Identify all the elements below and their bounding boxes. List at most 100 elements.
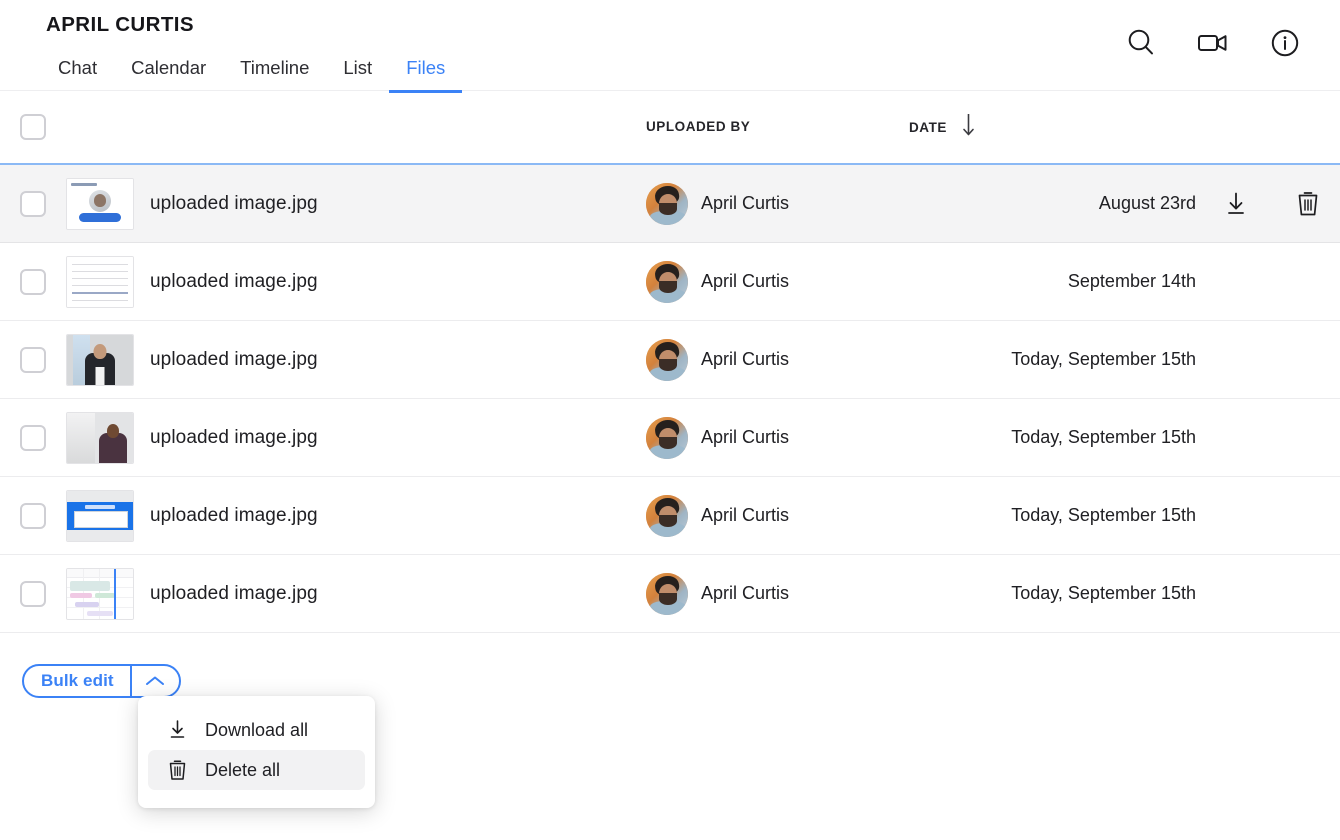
file-thumbnail[interactable]	[66, 255, 134, 308]
row-uploader-cell: April Curtis	[646, 494, 909, 537]
uploaded-by-header[interactable]: UPLOADED BY	[646, 118, 909, 136]
row-select-cell	[0, 502, 66, 529]
row-date: Today, September 15th	[1011, 427, 1196, 447]
row-checkbox[interactable]	[20, 580, 46, 607]
document-thumbnail-art	[67, 256, 133, 307]
file-name[interactable]: uploaded image.jpg	[150, 583, 318, 604]
files-page: APRIL CURTIS Chat Calendar Timeline List…	[0, 0, 1340, 840]
uploader-name: April Curtis	[701, 583, 790, 603]
row-name-cell: uploaded image.jpg	[150, 193, 646, 215]
row-thumbnail-cell	[66, 177, 150, 230]
table-row[interactable]: uploaded image.jpg April Curtis Septembe…	[0, 243, 1340, 321]
info-icon[interactable]	[1264, 22, 1306, 64]
avatar	[646, 260, 688, 303]
tab-files[interactable]: Files	[389, 56, 463, 93]
row-checkbox[interactable]	[20, 268, 46, 295]
table-row[interactable]: uploaded image.jpg April Curtis August 2…	[0, 163, 1340, 243]
select-all-checkbox[interactable]	[20, 114, 46, 140]
tab-list[interactable]: List	[326, 56, 389, 90]
file-thumbnail[interactable]	[66, 333, 134, 386]
profile-card-thumbnail-art	[67, 178, 133, 229]
menu-item-download-all[interactable]: Download all	[148, 710, 365, 750]
row-thumbnail-cell	[66, 255, 150, 308]
uploader-name: April Curtis	[701, 427, 790, 447]
bulk-edit-menu: Download all Delete all	[138, 696, 375, 808]
table-row[interactable]: uploaded image.jpg April Curtis Today, S…	[0, 399, 1340, 477]
banner-thumbnail-art	[67, 490, 133, 541]
row-actions	[1204, 189, 1340, 219]
file-name[interactable]: uploaded image.jpg	[150, 193, 318, 214]
tab-chat[interactable]: Chat	[46, 56, 114, 90]
header-actions	[1120, 22, 1306, 64]
row-select-cell	[0, 190, 66, 217]
chevron-up-icon[interactable]	[129, 666, 179, 696]
row-name-cell: uploaded image.jpg	[150, 583, 646, 605]
row-name-cell: uploaded image.jpg	[150, 505, 646, 527]
row-uploader-cell: April Curtis	[646, 338, 909, 381]
download-icon	[166, 719, 188, 741]
bulk-edit-button[interactable]: Bulk edit	[24, 666, 130, 696]
row-checkbox[interactable]	[20, 190, 46, 217]
arrow-down-icon[interactable]	[961, 112, 976, 143]
table-row[interactable]: uploaded image.jpg April Curtis Today, S…	[0, 477, 1340, 555]
uploader-name: April Curtis	[701, 505, 790, 525]
file-thumbnail[interactable]	[66, 411, 134, 464]
trash-icon[interactable]	[1293, 189, 1323, 219]
row-date: September 14th	[1067, 271, 1196, 291]
portrait-thumbnail-art	[67, 412, 133, 463]
row-uploader-cell: April Curtis	[646, 416, 909, 459]
menu-item-label: Delete all	[205, 759, 281, 780]
row-date: Today, September 15th	[1011, 505, 1196, 525]
row-select-cell	[0, 346, 66, 373]
uploader-name: April Curtis	[701, 271, 790, 291]
row-select-cell	[0, 424, 66, 451]
select-all-cell	[0, 114, 66, 140]
files-table: UPLOADED BY DATE uploaded image.jpg Apri…	[0, 91, 1340, 633]
row-select-cell	[0, 268, 66, 295]
row-name-cell: uploaded image.jpg	[150, 349, 646, 371]
uploader-name: April Curtis	[701, 349, 790, 369]
menu-item-label: Download all	[205, 719, 309, 740]
avatar	[646, 572, 688, 615]
row-date: Today, September 15th	[1011, 349, 1196, 369]
date-header[interactable]: DATE	[909, 112, 1204, 143]
row-date: August 23rd	[1098, 193, 1196, 213]
row-checkbox[interactable]	[20, 502, 46, 529]
search-icon[interactable]	[1120, 22, 1162, 64]
avatar	[646, 338, 688, 381]
portrait-thumbnail-art	[67, 334, 133, 385]
table-row[interactable]: uploaded image.jpg April Curtis Today, S…	[0, 321, 1340, 399]
row-thumbnail-cell	[66, 333, 150, 386]
avatar	[646, 416, 688, 459]
file-name[interactable]: uploaded image.jpg	[150, 271, 318, 292]
trash-icon	[166, 759, 188, 782]
row-uploader-cell: April Curtis	[646, 572, 909, 615]
tab-calendar[interactable]: Calendar	[114, 56, 223, 90]
calendar-thumbnail-art	[67, 568, 133, 619]
file-name[interactable]: uploaded image.jpg	[150, 349, 318, 370]
video-camera-icon[interactable]	[1192, 22, 1234, 64]
row-select-cell	[0, 580, 66, 607]
row-thumbnail-cell	[66, 567, 150, 620]
file-name[interactable]: uploaded image.jpg	[150, 427, 318, 448]
download-icon[interactable]	[1221, 189, 1251, 219]
file-name[interactable]: uploaded image.jpg	[150, 505, 318, 526]
row-date: Today, September 15th	[1011, 583, 1196, 603]
row-thumbnail-cell	[66, 411, 150, 464]
file-thumbnail[interactable]	[66, 177, 134, 230]
bulk-edit-control: Bulk edit	[22, 664, 181, 698]
row-uploader-cell: April Curtis	[646, 182, 909, 225]
avatar	[646, 182, 688, 225]
tab-timeline[interactable]: Timeline	[223, 56, 326, 90]
row-checkbox[interactable]	[20, 424, 46, 451]
tab-bar: Chat Calendar Timeline List Files	[46, 56, 463, 93]
menu-item-delete-all[interactable]: Delete all	[148, 750, 365, 790]
file-thumbnail[interactable]	[66, 489, 134, 542]
file-thumbnail[interactable]	[66, 567, 134, 620]
row-checkbox[interactable]	[20, 346, 46, 373]
row-thumbnail-cell	[66, 489, 150, 542]
row-name-cell: uploaded image.jpg	[150, 427, 646, 449]
uploader-name: April Curtis	[701, 193, 790, 213]
table-header-row: UPLOADED BY DATE	[0, 91, 1340, 163]
table-row[interactable]: uploaded image.jpg April Curtis Today, S…	[0, 555, 1340, 633]
